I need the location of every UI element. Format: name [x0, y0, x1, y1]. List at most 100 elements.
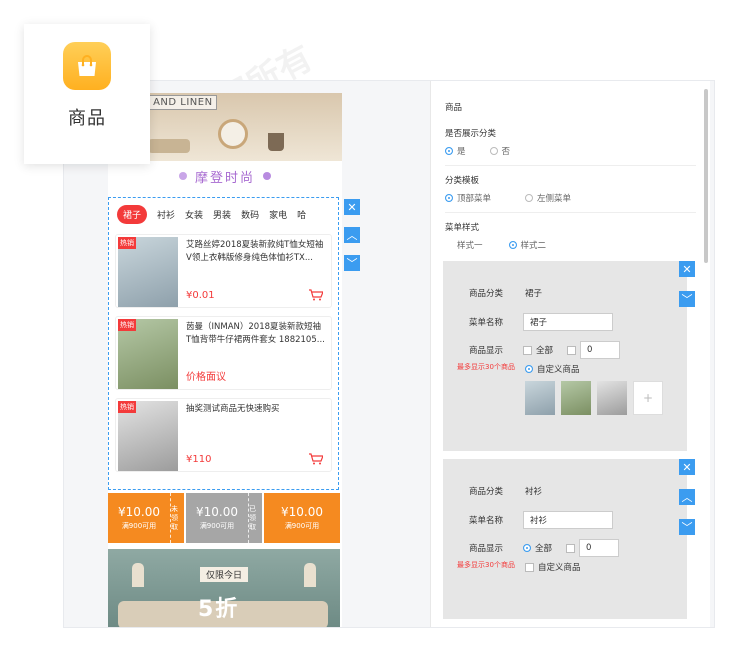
- delete-card-button[interactable]: ✕: [679, 459, 695, 475]
- display-count-input[interactable]: 0: [579, 539, 620, 557]
- count-checkbox[interactable]: [566, 543, 576, 553]
- display-label: 商品显示: [468, 346, 503, 356]
- coupon-status: 已领取: [248, 493, 262, 543]
- hot-badge: 热销: [118, 401, 136, 413]
- card-operations: ✕ ︿ ﹀: [679, 459, 695, 535]
- banner-decor: [268, 133, 284, 151]
- decor-dot: [178, 172, 187, 180]
- divider: [445, 165, 696, 166]
- menu-name-input[interactable]: 裙子: [523, 313, 613, 331]
- module-operations: ✕ ︿ ﹀: [344, 199, 360, 271]
- move-down-button[interactable]: ﹀: [344, 255, 360, 271]
- category-tabs: 裙子 衬衫 女装 男装 数码 家电 哈: [109, 198, 338, 230]
- hot-badge: 热销: [118, 237, 136, 249]
- coupon-strip: ¥10.00 满900可用 未领取 ¥10.00 满900可用 已领取 ¥10.00…: [108, 493, 340, 543]
- tab-category[interactable]: 男装: [213, 208, 231, 221]
- promo-tag: 仅限今日: [200, 567, 249, 582]
- move-up-button[interactable]: ︿: [344, 227, 360, 243]
- product-item[interactable]: 热销 艾路丝婷2018夏装新款纯T恤女短袖V领上衣韩版修身纯色体恤衫TX... …: [115, 234, 332, 308]
- goods-thumbnail[interactable]: [597, 381, 627, 415]
- product-name: 茵曼（INMAN）2018夏装新款短袖T恤背带牛仔裙两件套女 1882105..…: [186, 322, 325, 345]
- product-price: 价格面议: [186, 372, 226, 383]
- custom-goods-radio[interactable]: 自定义商品: [525, 363, 663, 375]
- banner-decor: [132, 563, 144, 587]
- goods-thumbnail[interactable]: [561, 381, 591, 415]
- banner-decor: [148, 139, 190, 153]
- category-value: 衬衫: [525, 487, 543, 497]
- category-value: 裙子: [525, 289, 543, 299]
- menu-name-input[interactable]: 衬衫: [523, 511, 613, 529]
- tab-category[interactable]: 裙子: [117, 204, 148, 224]
- coupon-amount: ¥10.00: [196, 505, 238, 519]
- panel-title: 商品: [445, 103, 463, 113]
- menu-name-label: 菜单名称: [468, 318, 503, 328]
- move-up-button[interactable]: ︿: [679, 489, 695, 505]
- component-label: 商品: [68, 108, 106, 129]
- panel-scrollbar[interactable]: [704, 89, 708, 263]
- coupon-condition: 满900可用: [284, 522, 320, 530]
- decor-dot: [263, 172, 271, 180]
- section-title-row: 摩登时尚: [108, 161, 342, 191]
- count-checkbox[interactable]: [567, 345, 577, 355]
- category-menu-card: 商品分类 衬衫 菜单名称 衬衫 商品显示 全部 0 最多显示30个商品 自定义商…: [443, 459, 687, 619]
- tab-category[interactable]: 衬衫: [157, 208, 175, 221]
- menu-style-label: 菜单样式: [445, 223, 480, 233]
- show-category-no-radio[interactable]: 否: [489, 145, 510, 157]
- menu-style-one-radio[interactable]: 样式一: [457, 239, 483, 251]
- goods-thumbnail[interactable]: [525, 381, 555, 415]
- product-item[interactable]: 热销 抽奖测试商品无快速购买 ¥110: [115, 398, 332, 472]
- delete-card-button[interactable]: ✕: [679, 261, 695, 277]
- tab-category[interactable]: 女装: [185, 208, 203, 221]
- cart-icon[interactable]: [309, 453, 323, 465]
- selected-goods-thumbs: +: [525, 381, 663, 415]
- banner-decor: [304, 563, 316, 587]
- show-category-label: 是否展示分类: [445, 129, 497, 139]
- max-display-warning: 最多显示30个商品: [457, 561, 515, 569]
- delete-module-button[interactable]: ✕: [344, 199, 360, 215]
- move-down-button[interactable]: ﹀: [679, 519, 695, 535]
- custom-goods-checkbox[interactable]: 自定义商品: [525, 561, 581, 573]
- category-label: 商品分类: [468, 487, 503, 497]
- editor-stage: TTON AND LINEN 摩登时尚 裙子 衬衫 女装 男装 数码 家电 哈 …: [63, 80, 715, 628]
- template-label: 分类模板: [445, 176, 480, 186]
- show-category-yes-radio[interactable]: 是: [445, 145, 466, 157]
- menu-style-two-radio[interactable]: 样式二: [508, 239, 546, 251]
- coupon-amount: ¥10.00: [281, 505, 323, 519]
- coupon[interactable]: ¥10.00 满900可用 未领取: [108, 493, 184, 543]
- tab-category[interactable]: 哈: [297, 208, 306, 221]
- template-top-menu-radio[interactable]: 顶部菜单: [445, 192, 491, 204]
- add-goods-button[interactable]: +: [633, 381, 663, 415]
- coupon[interactable]: ¥10.00 满900可用: [264, 493, 340, 543]
- promo-banner[interactable]: 仅限今日 5折: [108, 549, 340, 627]
- cart-icon[interactable]: [309, 289, 323, 301]
- display-label: 商品显示: [468, 544, 503, 554]
- product-image: 热销: [118, 237, 178, 307]
- divider: [445, 212, 696, 213]
- template-left-menu-radio[interactable]: 左侧菜单: [525, 192, 571, 204]
- product-item[interactable]: 热销 茵曼（INMAN）2018夏装新款短袖T恤背带牛仔裙两件套女 188210…: [115, 316, 332, 390]
- goods-component-card[interactable]: 商品: [24, 24, 150, 164]
- display-all-radio[interactable]: 全部: [523, 542, 552, 554]
- coupon-amount: ¥10.00: [118, 505, 160, 519]
- settings-panel: 商品 是否展示分类 是 否 分类模板 顶部菜单 左侧菜单 菜单样式 样式一 样式…: [430, 81, 710, 627]
- menu-name-label: 菜单名称: [468, 516, 503, 526]
- card-operations: ✕ ﹀: [679, 261, 695, 307]
- max-display-warning: 最多显示30个商品: [457, 363, 515, 371]
- tab-category[interactable]: 家电: [269, 208, 287, 221]
- section-title: 摩登时尚: [194, 170, 255, 186]
- product-name: 抽奖测试商品无快速购买: [186, 404, 280, 414]
- tab-category[interactable]: 数码: [241, 208, 259, 221]
- display-all-checkbox[interactable]: 全部: [523, 344, 553, 356]
- display-count-input[interactable]: 0: [580, 341, 621, 359]
- hot-badge: 热销: [118, 319, 136, 331]
- product-image: 热销: [118, 401, 178, 471]
- coupon[interactable]: ¥10.00 满900可用 已领取: [186, 493, 262, 543]
- banner-clock-image: [218, 119, 248, 149]
- category-label: 商品分类: [468, 289, 503, 299]
- move-down-button[interactable]: ﹀: [679, 291, 695, 307]
- product-price: ¥110: [186, 454, 212, 465]
- coupon-condition: 满900可用: [121, 522, 157, 530]
- category-menu-card: 商品分类 裙子 菜单名称 裙子 商品显示 全部 0 最多显示30个商品 自定义商…: [443, 261, 687, 451]
- product-image: 热销: [118, 319, 178, 389]
- goods-module[interactable]: 裙子 衬衫 女装 男装 数码 家电 哈 热销 艾路丝婷2018夏装新款纯T恤女短…: [108, 197, 339, 490]
